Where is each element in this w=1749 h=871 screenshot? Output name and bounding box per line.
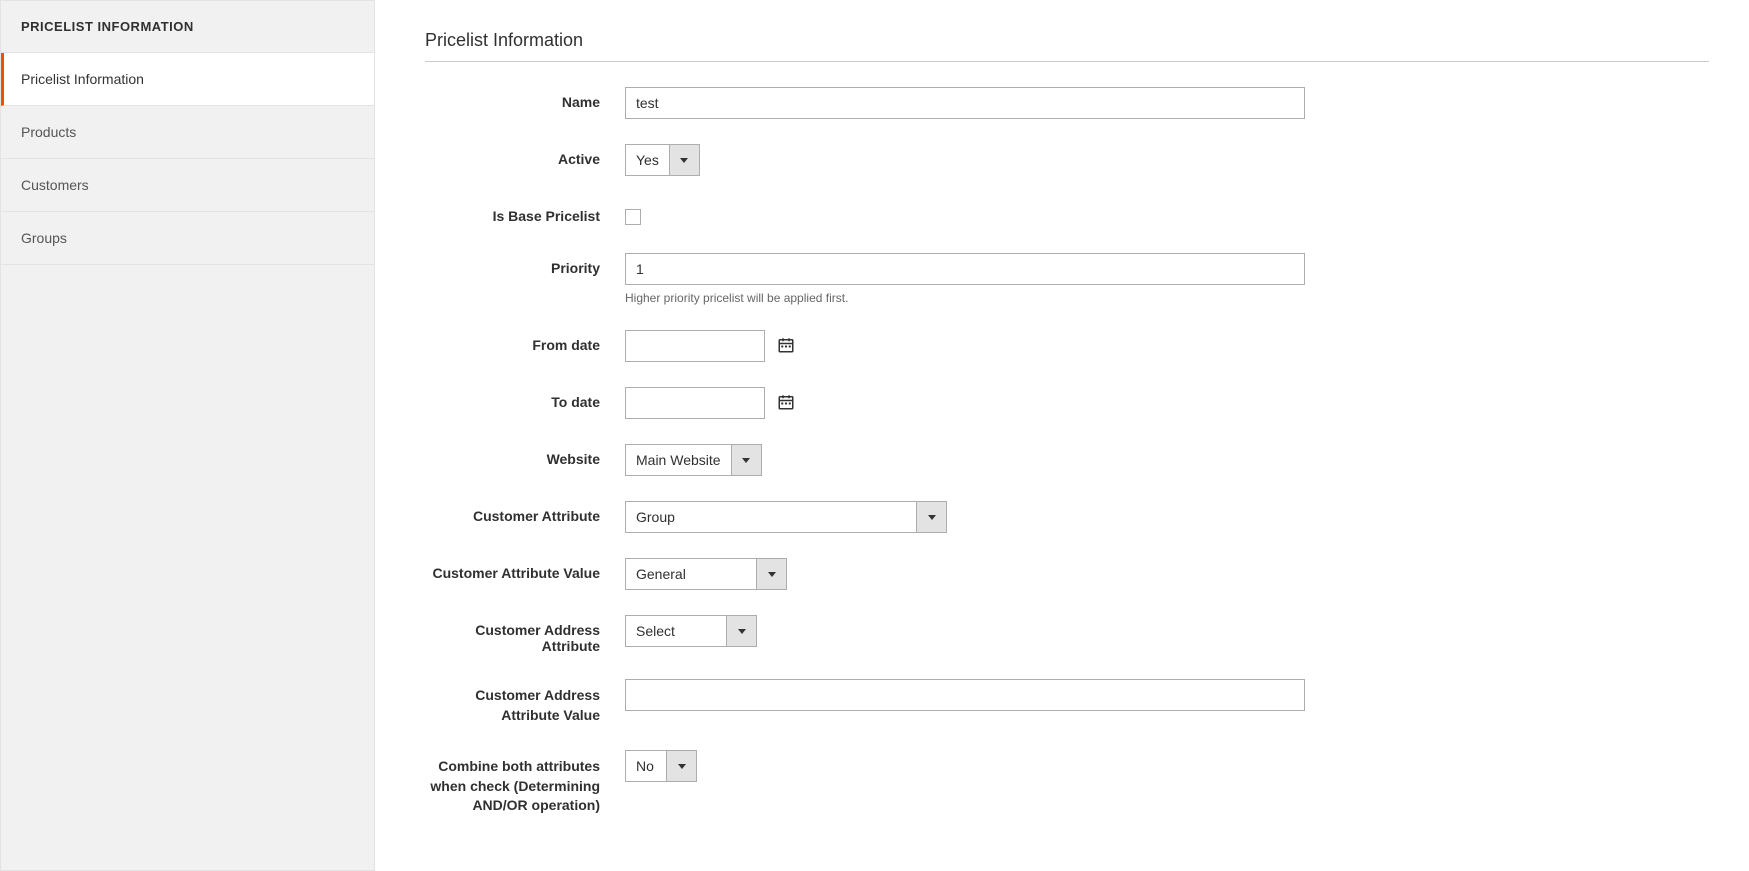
website-label: Website xyxy=(425,444,625,467)
chevron-down-icon[interactable] xyxy=(726,616,756,646)
sidebar-item-customers[interactable]: Customers xyxy=(1,159,374,212)
combine-label: Combine both attributes when check (Dete… xyxy=(425,750,625,816)
priority-label: Priority xyxy=(425,253,625,276)
name-input[interactable] xyxy=(625,87,1305,119)
from-date-input[interactable] xyxy=(625,330,765,362)
priority-help: Higher priority pricelist will be applie… xyxy=(625,291,1325,305)
customer-attribute-value-select-value: General xyxy=(626,559,756,589)
customer-attribute-value-select[interactable]: General xyxy=(625,558,787,590)
calendar-icon[interactable] xyxy=(777,393,797,413)
chevron-down-icon[interactable] xyxy=(756,559,786,589)
is-base-checkbox[interactable] xyxy=(625,209,641,225)
section-title: Pricelist Information xyxy=(425,30,1709,62)
chevron-down-icon[interactable] xyxy=(666,751,696,781)
customer-attribute-select-value: Group xyxy=(626,502,916,532)
sidebar-item-groups[interactable]: Groups xyxy=(1,212,374,265)
to-date-input[interactable] xyxy=(625,387,765,419)
calendar-icon[interactable] xyxy=(777,336,797,356)
main-content: Pricelist Information Name Active Yes Is… xyxy=(375,0,1749,871)
active-label: Active xyxy=(425,144,625,167)
priority-input[interactable] xyxy=(625,253,1305,285)
customer-address-attribute-select-value: Select xyxy=(626,616,726,646)
combine-select[interactable]: No xyxy=(625,750,697,782)
chevron-down-icon[interactable] xyxy=(669,145,699,175)
customer-address-attribute-value-input[interactable] xyxy=(625,679,1305,711)
name-label: Name xyxy=(425,87,625,110)
customer-attribute-label: Customer Attribute xyxy=(425,501,625,524)
customer-attribute-value-label: Customer Attribute Value xyxy=(425,558,625,581)
customer-address-attribute-value-label: Customer Address Attribute Value xyxy=(425,679,625,725)
active-select-value: Yes xyxy=(626,145,669,175)
sidebar-item-products[interactable]: Products xyxy=(1,106,374,159)
active-select[interactable]: Yes xyxy=(625,144,700,176)
website-select-value: Main Website xyxy=(626,445,731,475)
from-date-label: From date xyxy=(425,330,625,353)
chevron-down-icon[interactable] xyxy=(731,445,761,475)
sidebar: PRICELIST INFORMATION Pricelist Informat… xyxy=(0,0,375,871)
sidebar-header: PRICELIST INFORMATION xyxy=(1,1,374,53)
to-date-label: To date xyxy=(425,387,625,410)
website-select[interactable]: Main Website xyxy=(625,444,762,476)
customer-address-attribute-label: Customer Address Attribute xyxy=(425,615,625,654)
is-base-label: Is Base Pricelist xyxy=(425,201,625,224)
customer-address-attribute-select[interactable]: Select xyxy=(625,615,757,647)
combine-select-value: No xyxy=(626,751,666,781)
customer-attribute-select[interactable]: Group xyxy=(625,501,947,533)
chevron-down-icon[interactable] xyxy=(916,502,946,532)
sidebar-item-pricelist-information[interactable]: Pricelist Information xyxy=(1,53,374,106)
